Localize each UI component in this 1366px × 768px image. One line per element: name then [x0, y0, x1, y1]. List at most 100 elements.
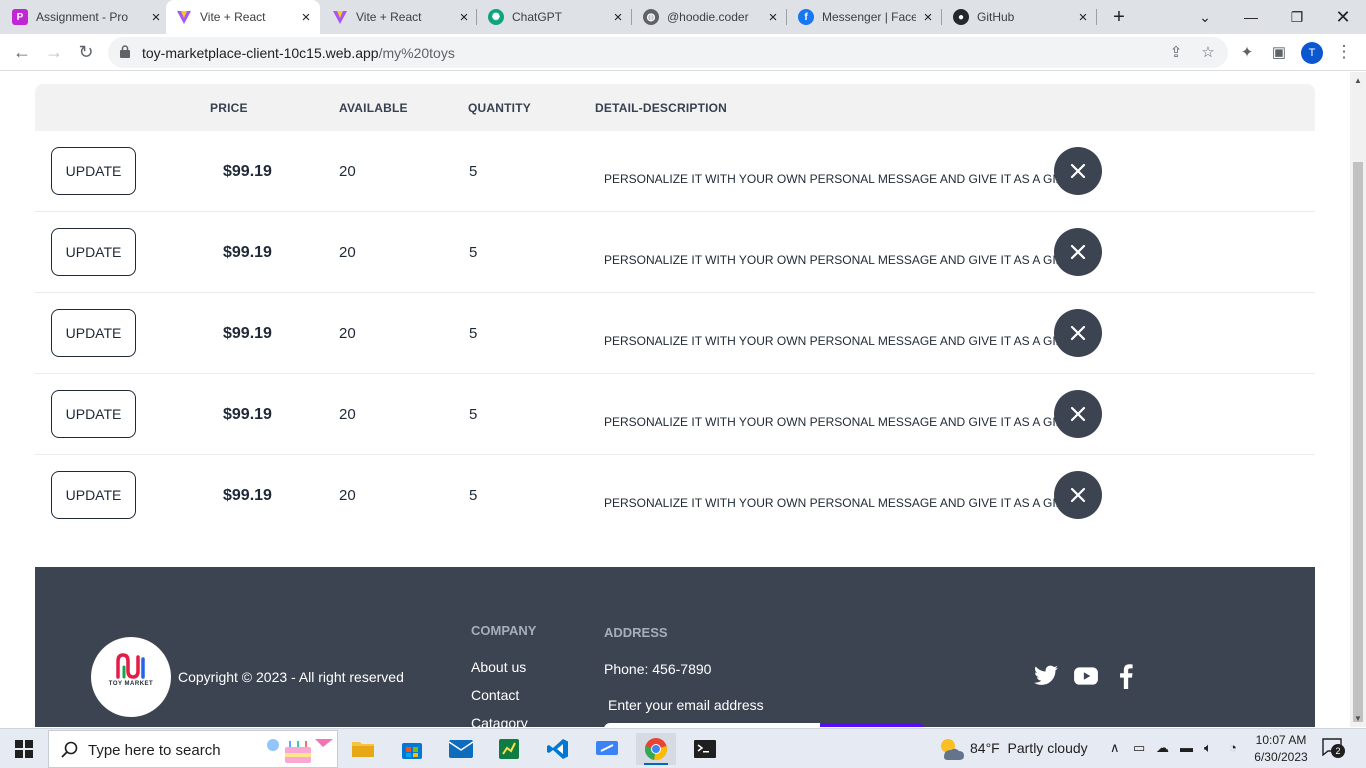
side-panel-icon[interactable]: ▣: [1269, 42, 1289, 62]
available-column-header: AVAILABLE: [339, 101, 408, 115]
onedrive-icon[interactable]: ☁: [1156, 740, 1169, 756]
scroll-down-arrow-icon[interactable]: ▼: [1353, 714, 1363, 723]
tab-vite-react-active[interactable]: Vite + React ×: [166, 0, 320, 34]
battery-icon[interactable]: ▬: [1180, 740, 1193, 755]
system-clock[interactable]: 10:07 AM 6/30/2023: [1250, 732, 1312, 766]
copyright-text: Copyright © 2023 - All right reserved: [178, 669, 404, 685]
price-cell: $99.19: [223, 244, 272, 261]
description-cell: PERSONALIZE IT WITH YOUR OWN PERSONAL ME…: [604, 172, 1073, 186]
subscribe-button[interactable]: [820, 723, 924, 727]
email-input[interactable]: [604, 723, 820, 727]
delete-button[interactable]: [1054, 309, 1102, 357]
weather-partly-cloudy-icon[interactable]: [936, 735, 966, 763]
close-tab-icon[interactable]: ×: [148, 9, 164, 26]
meet-now-icon[interactable]: ▭: [1133, 740, 1145, 756]
lock-icon: [120, 45, 130, 58]
taskbar-search-box[interactable]: Type here to search: [48, 730, 338, 768]
reload-icon[interactable]: ↻: [74, 40, 98, 64]
globe-favicon-icon: ◍: [643, 9, 659, 25]
volume-icon[interactable]: 🔈︎: [1204, 740, 1212, 756]
footer-link-category[interactable]: Catagory: [471, 715, 528, 727]
minimize-button[interactable]: —: [1228, 0, 1274, 34]
network-icon[interactable]: ◔: [1229, 740, 1237, 755]
toy-market-logo[interactable]: TOY MARKET: [91, 637, 171, 717]
quantity-cell: 5: [469, 487, 478, 504]
close-window-button[interactable]: ✕: [1320, 0, 1366, 34]
update-button[interactable]: UPDATE: [51, 471, 136, 519]
tab-hoodie-coder[interactable]: ◍ @hoodie.coder ×: [643, 0, 781, 34]
new-tab-button[interactable]: +: [1096, 0, 1142, 34]
close-x-icon: [1070, 163, 1086, 179]
youtube-icon[interactable]: [1073, 663, 1099, 689]
address-bar[interactable]: toy-marketplace-client-10c15.web.app/my%…: [108, 37, 1228, 68]
update-button[interactable]: UPDATE: [51, 390, 136, 438]
notification-center-icon[interactable]: 2: [1322, 738, 1346, 760]
back-arrow-icon[interactable]: ←: [10, 40, 34, 64]
footer-link-contact[interactable]: Contact: [471, 687, 519, 703]
vite-favicon-icon: [332, 9, 348, 25]
delete-button[interactable]: [1054, 228, 1102, 276]
microsoft-store-icon[interactable]: [392, 733, 432, 765]
close-tab-icon[interactable]: ×: [765, 9, 781, 26]
tab-messenger[interactable]: f Messenger | Face ×: [798, 0, 936, 34]
update-button[interactable]: UPDATE: [51, 309, 136, 357]
available-cell: 20: [339, 325, 356, 342]
page-scrollbar[interactable]: ▲ ▼: [1350, 72, 1366, 727]
spreadsheet-app-icon[interactable]: [489, 733, 529, 765]
tab-chatgpt[interactable]: ✺ ChatGPT ×: [488, 0, 626, 34]
close-x-icon: [1070, 244, 1086, 260]
assignment-favicon-icon: P: [12, 9, 28, 25]
notification-count-badge: 2: [1331, 744, 1345, 758]
remote-desktop-icon[interactable]: [587, 733, 627, 765]
close-tab-icon[interactable]: ×: [298, 9, 314, 26]
delete-button[interactable]: [1054, 147, 1102, 195]
browser-toolbar: ← → ↻ toy-marketplace-client-10c15.web.a…: [0, 34, 1366, 71]
table-row: UPDATE $99.19 20 5 PERSONALIZE IT WITH Y…: [35, 455, 1315, 536]
url-text[interactable]: toy-marketplace-client-10c15.web.app/my%…: [142, 45, 455, 61]
quantity-cell: 5: [469, 244, 478, 261]
update-button[interactable]: UPDATE: [51, 147, 136, 195]
chrome-taskbar-icon[interactable]: [636, 733, 676, 765]
restore-button[interactable]: ❐: [1274, 0, 1320, 34]
browser-menu-icon[interactable]: ⋮: [1334, 42, 1354, 62]
price-cell: $99.19: [223, 325, 272, 342]
weather-text[interactable]: 84°F Partly cloudy: [970, 740, 1088, 756]
table-row: UPDATE $99.19 20 5 PERSONALIZE IT WITH Y…: [35, 293, 1315, 374]
available-cell: 20: [339, 487, 356, 504]
address-heading: ADDRESS: [604, 625, 668, 640]
tab-assignment[interactable]: P Assignment - Pro ×: [12, 0, 164, 34]
twitter-icon[interactable]: [1033, 663, 1059, 689]
facebook-icon[interactable]: [1113, 663, 1139, 689]
show-hidden-icons-chevron-up-icon[interactable]: ∧: [1110, 740, 1120, 756]
close-tab-icon[interactable]: ×: [920, 9, 936, 26]
description-cell: PERSONALIZE IT WITH YOUR OWN PERSONAL ME…: [604, 334, 1073, 348]
scroll-up-arrow-icon[interactable]: ▲: [1353, 76, 1363, 85]
file-explorer-icon[interactable]: [343, 733, 383, 765]
mail-icon[interactable]: [441, 733, 481, 765]
close-tab-icon[interactable]: ×: [456, 9, 472, 26]
delete-button[interactable]: [1054, 390, 1102, 438]
available-cell: 20: [339, 163, 356, 180]
update-button[interactable]: UPDATE: [51, 228, 136, 276]
forward-arrow-icon[interactable]: →: [42, 40, 66, 64]
close-x-icon: [1070, 325, 1086, 341]
delete-button[interactable]: [1054, 471, 1102, 519]
share-icon[interactable]: ⇪: [1166, 42, 1186, 62]
price-cell: $99.19: [223, 487, 272, 504]
bookmark-star-icon[interactable]: ☆: [1198, 42, 1218, 62]
vscode-icon[interactable]: [538, 733, 578, 765]
extensions-puzzle-icon[interactable]: ✦: [1237, 42, 1257, 62]
close-tab-icon[interactable]: ×: [1075, 9, 1091, 26]
scroll-thumb[interactable]: [1353, 162, 1363, 722]
terminal-icon[interactable]: [685, 733, 725, 765]
tab-vite-react[interactable]: Vite + React ×: [332, 0, 472, 34]
available-cell: 20: [339, 406, 356, 423]
close-tab-icon[interactable]: ×: [610, 9, 626, 26]
windows-start-icon[interactable]: [4, 733, 44, 765]
profile-avatar[interactable]: T: [1301, 42, 1323, 64]
price-cell: $99.19: [223, 406, 272, 423]
quantity-cell: 5: [469, 406, 478, 423]
tab-search-chevron-down-icon[interactable]: ⌄: [1182, 0, 1228, 34]
footer-link-about[interactable]: About us: [471, 659, 526, 675]
tab-github[interactable]: ● GitHub ×: [953, 0, 1091, 34]
